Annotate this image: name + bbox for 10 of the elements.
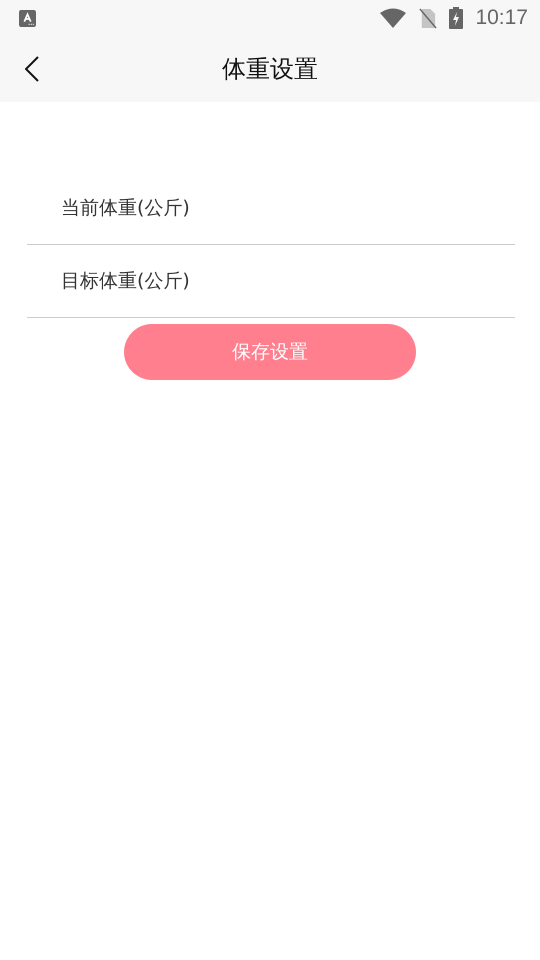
back-icon[interactable] [25,56,39,82]
wifi-icon [380,8,406,28]
status-time: 10:17 [475,6,528,30]
page-title: 体重设置 [222,54,318,85]
input-field[interactable]: 目标体重(公斤) [27,245,515,318]
no-sim-icon [418,8,438,28]
save-button[interactable]: 保存设置 [124,324,416,380]
keyboard-icon [19,10,36,26]
input-field[interactable]: 当前体重(公斤) [27,172,515,245]
battery-icon [449,7,464,29]
